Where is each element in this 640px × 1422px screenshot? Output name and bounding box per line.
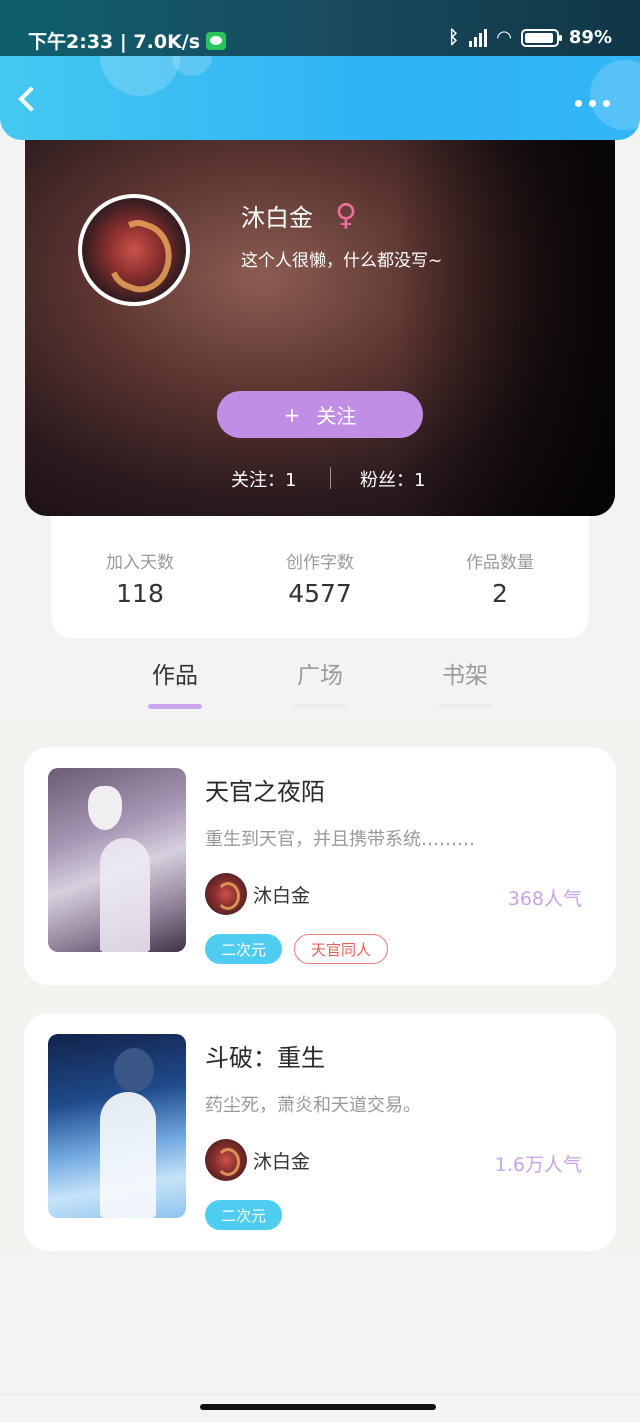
author-name: 沐白金 <box>253 1150 311 1173</box>
tab-bookshelf[interactable]: 书架 <box>420 656 510 709</box>
follow-counts: 关注：1 粉丝：1 <box>25 466 615 492</box>
tag[interactable]: 天官同人 <box>294 934 389 964</box>
female-icon: ♀ <box>335 197 357 233</box>
work-popularity: 368人气 <box>507 888 582 910</box>
battery-percent: 89% <box>568 27 612 48</box>
work-title: 斗破：重生 <box>205 1044 325 1072</box>
work-author[interactable]: 沐白金 <box>205 1139 310 1181</box>
status-time: 下午2:33 | 7.0K/s <box>28 27 227 54</box>
tab-works[interactable]: 作品 <box>130 656 220 709</box>
home-indicator[interactable] <box>200 1404 436 1410</box>
stats-panel: 加入天数 118 创作字数 4577 作品数量 2 <box>51 500 589 638</box>
stat-word-count: 创作字数 4577 <box>286 553 354 608</box>
tab-bar: 作品 广场 书架 <box>0 648 640 718</box>
divider <box>0 1394 640 1395</box>
tag[interactable]: 二次元 <box>205 934 283 964</box>
bluetooth-icon: ᛒ <box>448 27 460 48</box>
work-author[interactable]: 沐白金 <box>205 873 310 915</box>
user-bio: 这个人很懒，什么都没写~ <box>241 251 443 271</box>
signal-icon <box>469 28 488 47</box>
author-avatar <box>205 873 247 915</box>
status-icons: ᛒ ◠ 89% <box>448 27 612 48</box>
wechat-icon <box>206 32 227 50</box>
work-tags: 二次元 <box>205 1200 283 1230</box>
profile-card: 沐白金 ♀ 这个人很懒，什么都没写~ + 关注 关注：1 粉丝：1 <box>25 120 615 516</box>
work-card[interactable]: 斗破：重生 药尘死，萧炎和天道交易。 沐白金 1.6万人气 二次元 <box>24 1013 616 1251</box>
top-header <box>0 56 640 140</box>
username-row: 沐白金 ♀ <box>241 198 357 233</box>
more-icon[interactable] <box>575 100 610 107</box>
work-tags: 二次元 天官同人 <box>205 934 389 964</box>
work-card[interactable]: 天官之夜陌 重生到天官，并且携带系统……… 沐白金 368人气 二次元 天官同人 <box>24 747 616 985</box>
work-description: 重生到天官，并且携带系统……… <box>205 829 475 850</box>
work-popularity: 1.6万人气 <box>494 1154 582 1176</box>
follow-button[interactable]: + 关注 <box>217 391 423 438</box>
tab-plaza[interactable]: 广场 <box>275 656 365 709</box>
back-icon[interactable] <box>18 86 44 112</box>
work-description: 药尘死，萧炎和天道交易。 <box>205 1095 421 1116</box>
stat-works-count: 作品数量 2 <box>466 553 534 608</box>
following-count[interactable]: 关注：1 <box>231 466 296 492</box>
tag[interactable]: 二次元 <box>205 1200 283 1230</box>
battery-icon <box>520 28 562 47</box>
wifi-icon: ◠ <box>497 27 511 48</box>
work-cover[interactable] <box>48 1034 186 1218</box>
divider <box>330 467 331 489</box>
plus-icon: + <box>283 402 301 427</box>
work-cover[interactable] <box>48 768 186 952</box>
follow-button-label: 关注 <box>316 404 357 428</box>
author-avatar <box>205 1139 247 1181</box>
stat-join-days: 加入天数 118 <box>106 553 174 608</box>
work-title: 天官之夜陌 <box>205 778 325 806</box>
username: 沐白金 <box>241 204 313 232</box>
followers-count[interactable]: 粉丝：1 <box>360 466 425 492</box>
author-name: 沐白金 <box>253 884 311 907</box>
avatar[interactable] <box>78 194 190 306</box>
status-bar: 下午2:33 | 7.0K/s ᛒ ◠ 89% <box>0 0 640 58</box>
